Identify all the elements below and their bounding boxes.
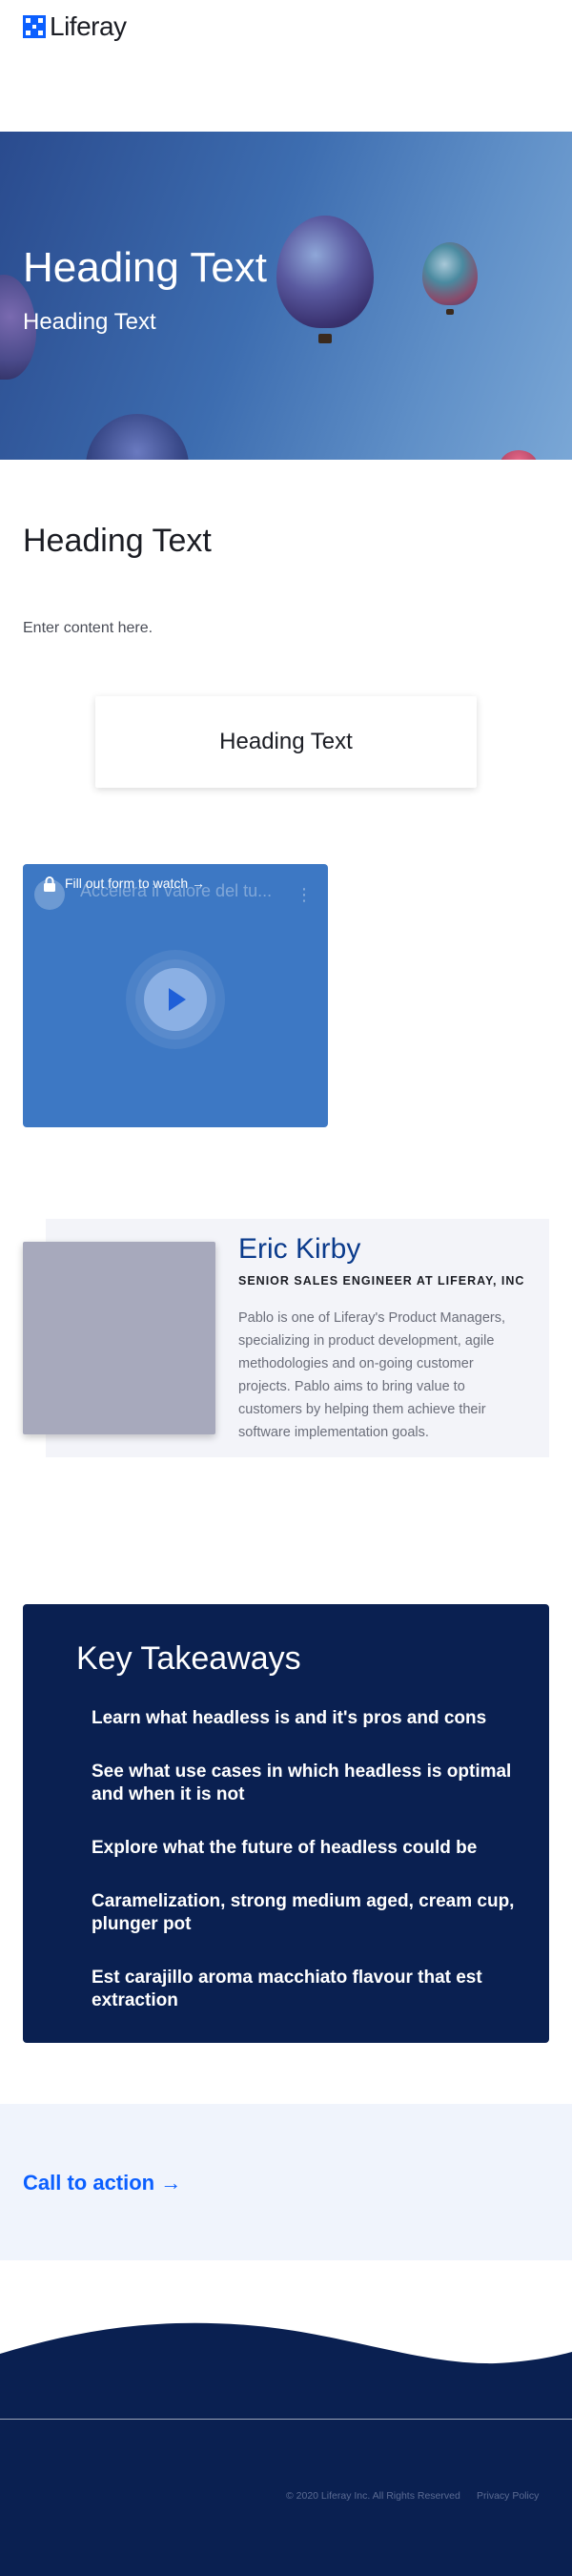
takeaway-item: Est carajillo aroma macchiato flavour th…	[92, 1968, 482, 2010]
takeaways-list: Learn what headless is and it's pros and…	[92, 1707, 521, 2043]
takeaway-item: See what use cases in which headless is …	[92, 1762, 512, 1804]
profile-name: Eric Kirby	[238, 1233, 361, 1265]
profile-role: SENIOR SALES ENGINEER AT LIFERAY, INC	[238, 1274, 525, 1288]
takeaway-item: Learn what headless is and it's pros and…	[92, 1708, 487, 1728]
liferay-logo[interactable]: Liferay	[23, 11, 127, 42]
liferay-logo-icon	[23, 15, 46, 38]
profile-bio: Pablo is one of Liferay's Product Manage…	[238, 1310, 506, 1440]
hot-air-balloon-image	[86, 414, 189, 460]
play-icon	[169, 988, 186, 1011]
hero-subheading: Heading Text	[23, 309, 156, 335]
hot-air-balloon-image	[500, 450, 538, 460]
key-takeaways-title: Key Takeaways	[76, 1640, 301, 1677]
video-player[interactable]: Accelera il valore del tu... Fill out fo…	[23, 864, 328, 1127]
footer-wave	[0, 2322, 572, 2576]
footer-copyright: © 2020 Liferay Inc. All Rights Reserved	[286, 2490, 460, 2502]
lock-icon	[42, 876, 57, 897]
content-heading: Heading Text	[23, 523, 212, 559]
logo-text: Liferay	[50, 11, 127, 41]
hot-air-balloon-image	[276, 216, 374, 328]
hero-heading: Heading Text	[23, 244, 268, 291]
content-body: Enter content here.	[23, 620, 153, 636]
takeaway-item: Explore what the future of headless coul…	[92, 1838, 478, 1858]
call-to-action-link[interactable]: Call to action →	[23, 2171, 181, 2195]
hero-banner: Heading Text Heading Text	[0, 132, 572, 460]
more-vertical-icon[interactable]: ⋮	[296, 885, 313, 905]
card-heading: Heading Text	[219, 729, 353, 754]
play-button[interactable]	[144, 968, 207, 1031]
takeaway-item: Caramelization, strong medium aged, crea…	[92, 1891, 515, 1934]
key-takeaways-panel: Key Takeaways Learn what headless is and…	[23, 1604, 549, 2043]
privacy-policy-link[interactable]: Privacy Policy	[477, 2490, 539, 2502]
footer-divider	[0, 2419, 572, 2420]
profile-photo	[23, 1242, 215, 1434]
site-header: Liferay	[0, 0, 572, 57]
heading-card: Heading Text	[95, 696, 477, 788]
hot-air-balloon-image	[422, 242, 478, 305]
fill-form-link[interactable]: Fill out form to watch →	[65, 876, 205, 891]
